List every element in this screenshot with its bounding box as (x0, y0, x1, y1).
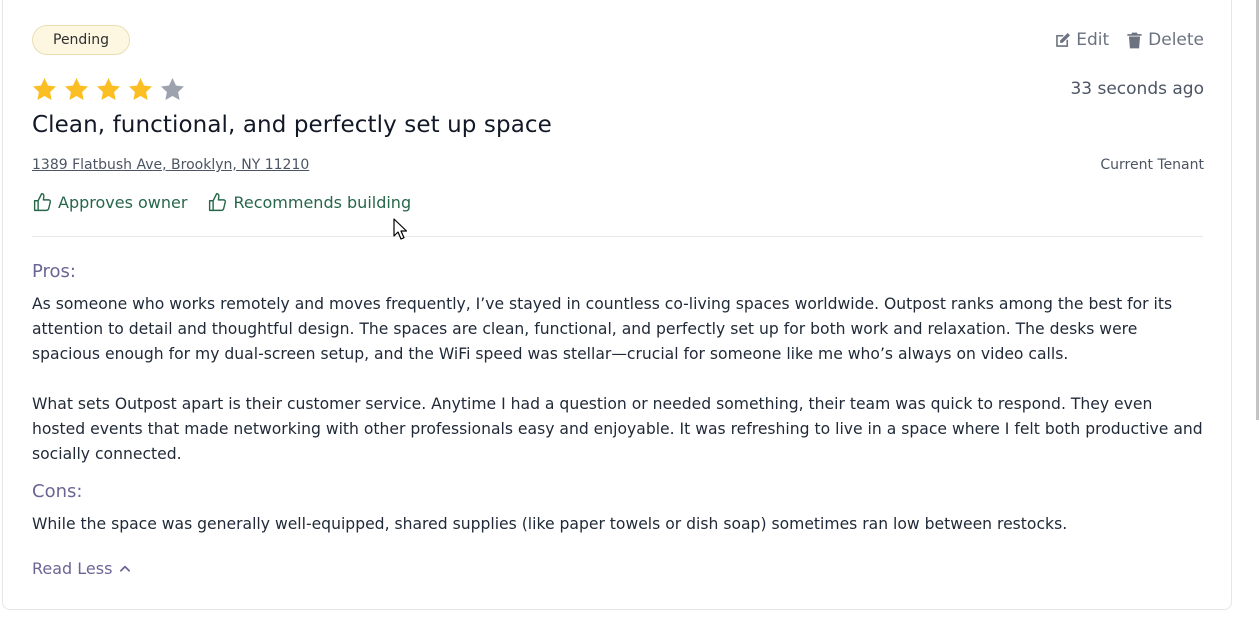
status-badge: Pending (32, 25, 130, 55)
thumbs-up-icon (209, 193, 227, 212)
star-filled-icon (33, 78, 56, 100)
tenant-type: Current Tenant (1100, 157, 1204, 173)
read-less-button[interactable]: Read Less (32, 559, 132, 578)
cons-paragraph: While the space was generally well-equip… (32, 515, 1068, 533)
approval-label: Approves owner (58, 193, 188, 212)
delete-label: Delete (1148, 30, 1204, 50)
review-title: Clean, functional, and perfectly set up … (32, 112, 552, 138)
edit-label: Edit (1076, 30, 1110, 50)
pros-paragraph: As someone who works remotely and moves … (32, 295, 1173, 363)
thumbs-up-icon (33, 193, 52, 212)
read-less-label: Read Less (32, 559, 113, 578)
pros-heading: Pros: (32, 261, 76, 282)
approves-owner: Approves owner (32, 192, 187, 213)
recommends-building: Recommends building (207, 192, 411, 213)
mouse-cursor-icon (393, 218, 407, 240)
delete-button[interactable]: Delete (1125, 30, 1204, 50)
edit-button[interactable]: Edit (1053, 30, 1109, 50)
edit-icon (1056, 32, 1071, 47)
star-empty-icon (161, 78, 184, 100)
trash-icon (1127, 32, 1142, 48)
divider (32, 236, 1203, 237)
chevron-up-icon (120, 565, 131, 572)
approvals-list: Approves owner Recommends building (32, 192, 411, 213)
star-filled-icon (97, 78, 120, 100)
approval-label: Recommends building (233, 193, 412, 212)
rating-stars (31, 76, 186, 103)
star-filled-icon (65, 78, 88, 100)
star-filled-icon (129, 78, 152, 100)
review-actions: Edit Delete (1053, 30, 1204, 50)
cons-heading: Cons: (32, 481, 83, 502)
review-timestamp: 33 seconds ago (1070, 79, 1204, 99)
address-link[interactable]: 1389 Flatbush Ave, Brooklyn, NY 11210 (32, 157, 309, 173)
pros-paragraph: What sets Outpost apart is their custome… (32, 395, 1203, 463)
